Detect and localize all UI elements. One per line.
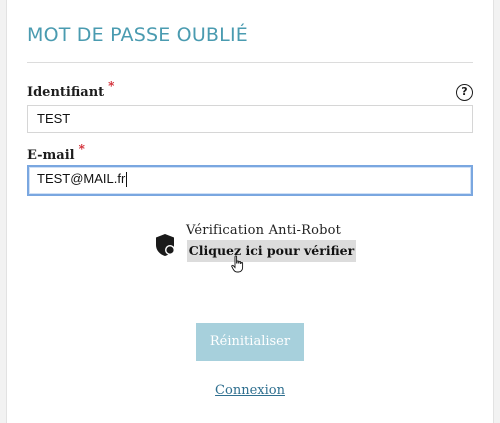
required-marker: * [108,79,115,93]
email-input[interactable]: TEST@MAIL.fr [27,165,473,196]
identifier-label-text: Identifiant [27,85,105,100]
required-marker: * [78,142,85,156]
forgot-password-panel: MOT DE PASSE OUBLIÉ Identifiant * ? TEST … [6,0,494,423]
page-title: MOT DE PASSE OUBLIÉ [27,24,248,46]
hand-pointer-icon [231,255,244,273]
title-divider [27,62,473,63]
login-link[interactable]: Connexion [7,383,493,398]
captcha-title: Vérification Anti-Robot [186,223,342,238]
email-value: TEST@MAIL.fr [37,171,126,186]
identifier-input[interactable]: TEST [27,105,473,133]
email-label-text: E-mail [27,148,75,163]
reset-button[interactable]: Réinitialiser [196,323,304,361]
identifier-value: TEST [37,111,71,126]
email-label: E-mail * [27,142,85,163]
identifier-label: Identifiant * [27,79,114,100]
text-caret [126,172,128,188]
shield-icon [156,234,175,256]
captcha-verify-button[interactable]: Cliquez ici pour vérifier [187,240,356,262]
question-circle-icon[interactable]: ? [456,84,473,101]
